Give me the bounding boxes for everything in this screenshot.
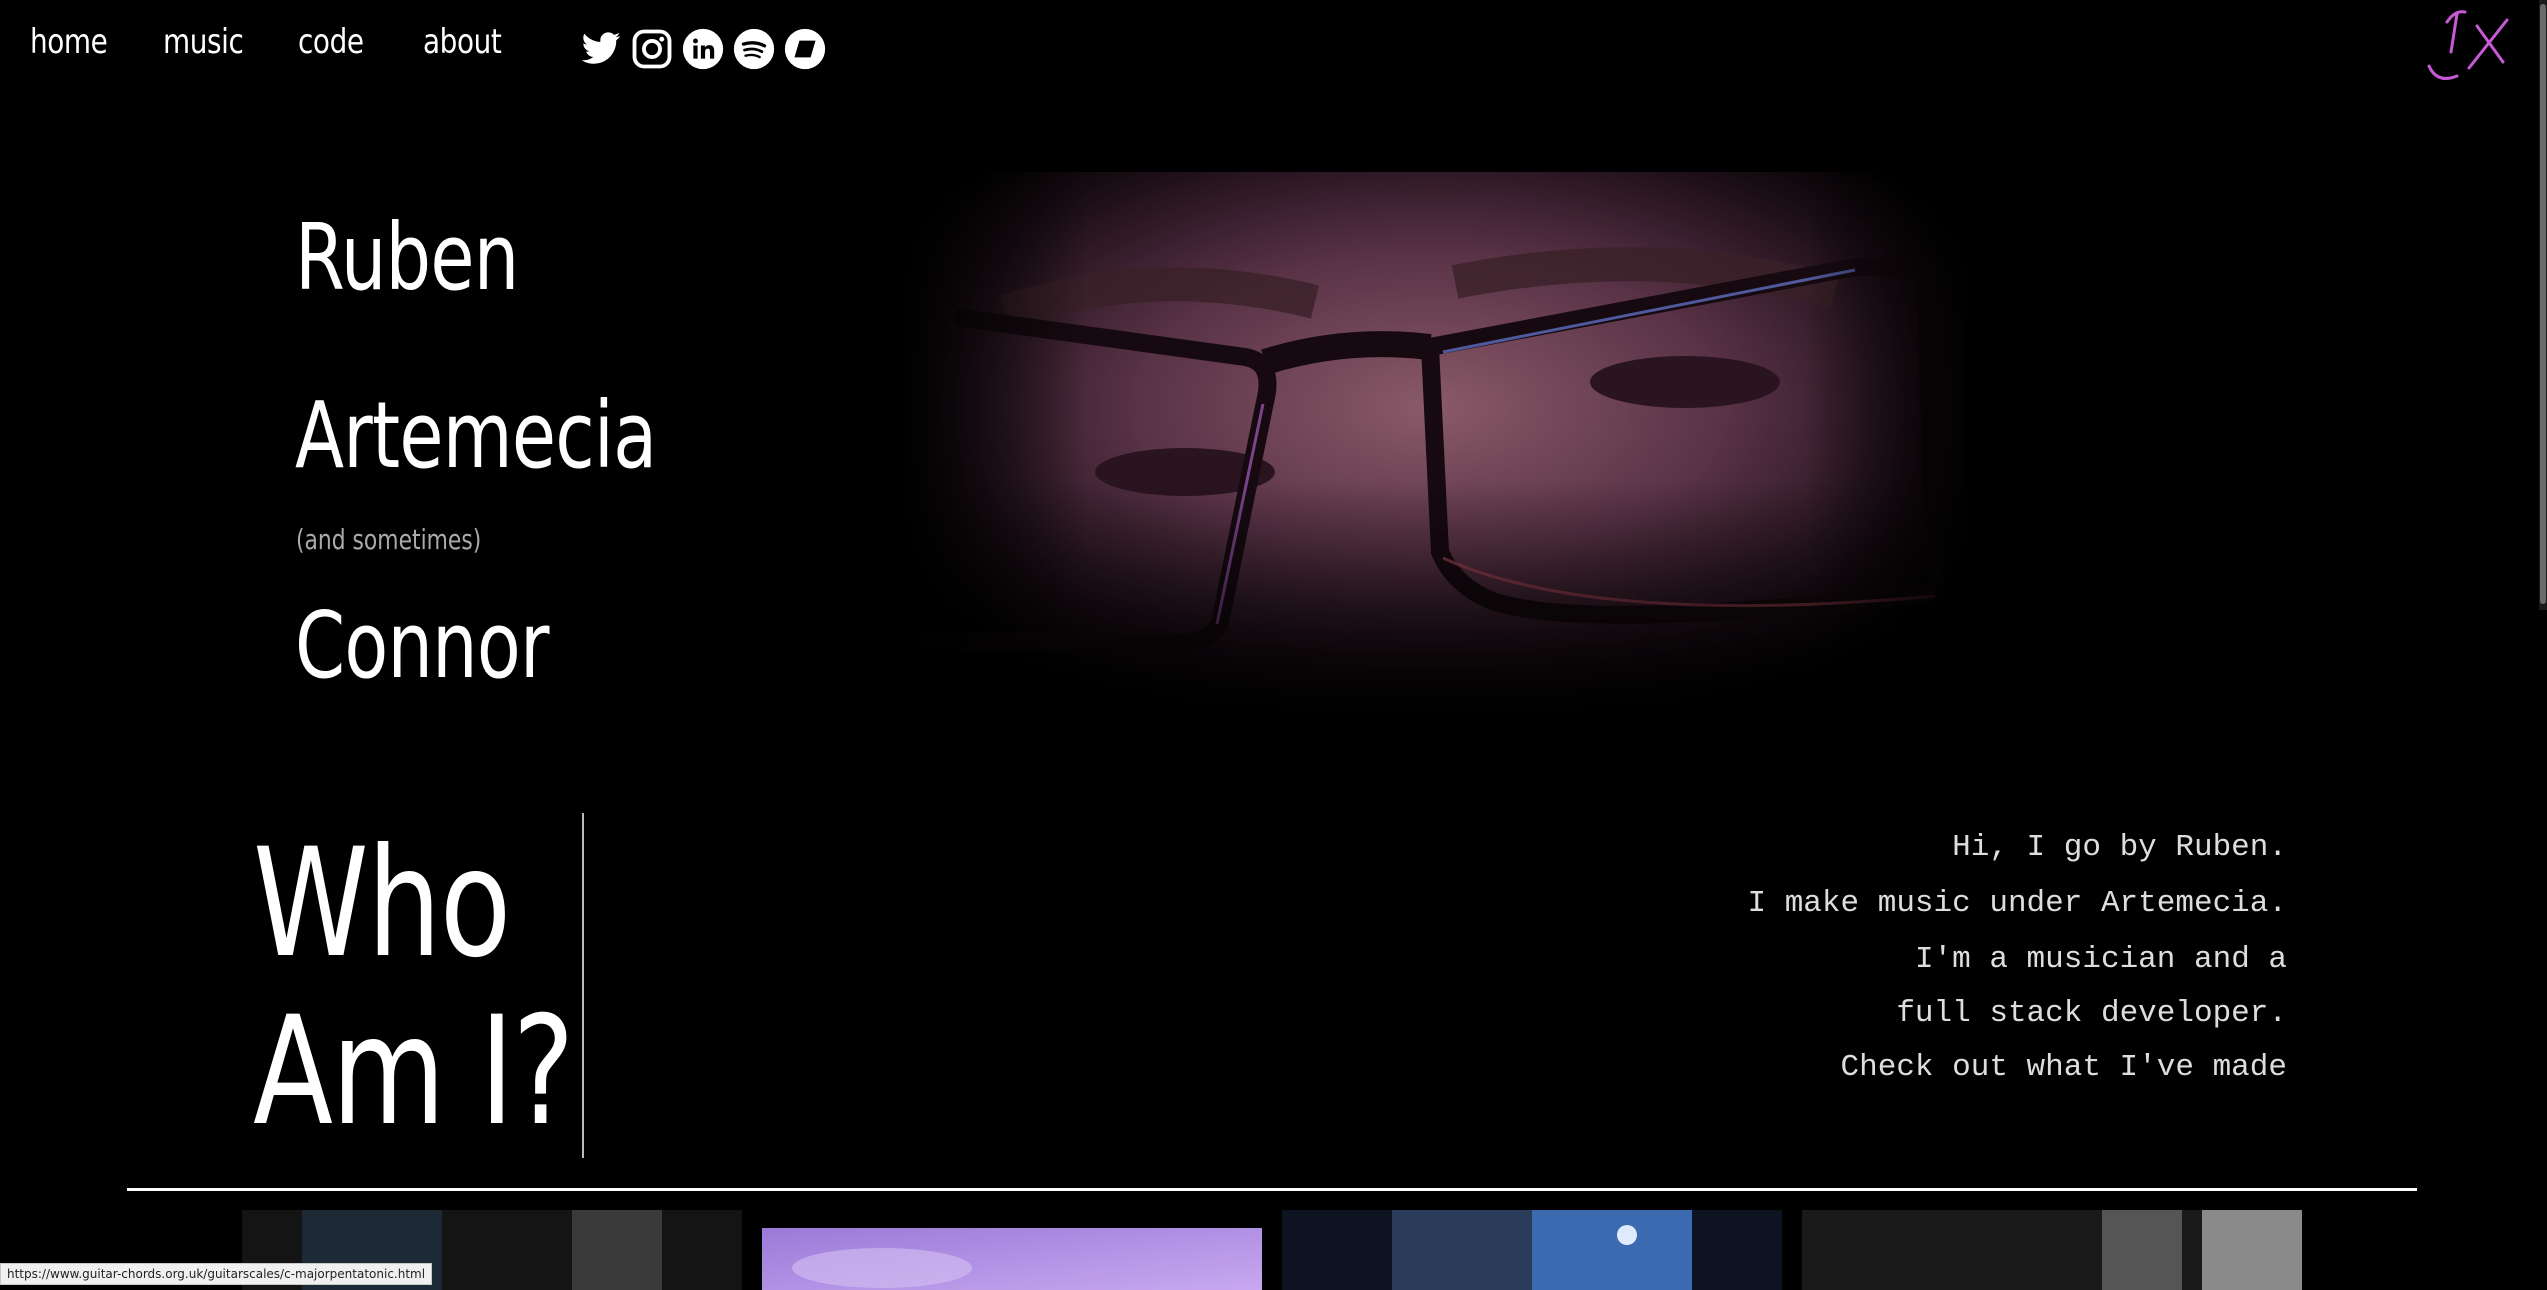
intro-line: I'm a musician and a xyxy=(1914,942,2287,977)
twitter-icon[interactable] xyxy=(580,28,622,70)
browser-status-bar: https://www.guitar-chords.org.uk/guitars… xyxy=(0,1263,433,1285)
hero-name-connor: Connor xyxy=(295,592,549,699)
bandcamp-icon[interactable] xyxy=(784,28,826,70)
who-am-i-line-1: Who xyxy=(253,817,511,991)
portrait-photo xyxy=(895,172,1965,732)
hero-name-artemecia: Artemecia xyxy=(295,382,657,489)
top-nav: home music code about xyxy=(0,0,2547,96)
page-scrollbar[interactable] xyxy=(2539,0,2547,610)
project-thumbnail[interactable] xyxy=(1282,1210,1782,1290)
nav-music-link[interactable]: music xyxy=(163,22,244,62)
signature-logo[interactable] xyxy=(2407,0,2527,96)
intro-line: full stack developer. xyxy=(1896,996,2287,1031)
linkedin-icon[interactable] xyxy=(682,28,724,70)
intro-line: Hi, I go by Ruben. xyxy=(1952,830,2287,865)
intro-text: Hi, I go by Ruben. I make music under Ar… xyxy=(1387,820,2288,1096)
who-am-i-heading: Who Am I? xyxy=(253,817,575,1159)
intro-line: I make music under Artemecia. xyxy=(1747,886,2288,921)
intro-line: Check out what I've made xyxy=(1840,1050,2287,1085)
nav-code-link[interactable]: code xyxy=(298,22,364,62)
social-links xyxy=(580,28,826,70)
hero-name-ruben: Ruben xyxy=(295,204,519,311)
who-am-i-line-2: Am I? xyxy=(253,985,575,1159)
project-thumbnail[interactable] xyxy=(1802,1210,2302,1290)
nav-about-link[interactable]: about xyxy=(423,22,502,62)
nav-home-link[interactable]: home xyxy=(30,22,108,62)
scrollbar-thumb[interactable] xyxy=(2540,4,2546,604)
section-divider xyxy=(127,1188,2417,1191)
project-thumbnail[interactable] xyxy=(762,1228,1262,1290)
vertical-divider xyxy=(582,813,584,1158)
instagram-icon[interactable] xyxy=(631,28,673,70)
hero-aside-text: (and sometimes) xyxy=(296,523,482,556)
spotify-icon[interactable] xyxy=(733,28,775,70)
